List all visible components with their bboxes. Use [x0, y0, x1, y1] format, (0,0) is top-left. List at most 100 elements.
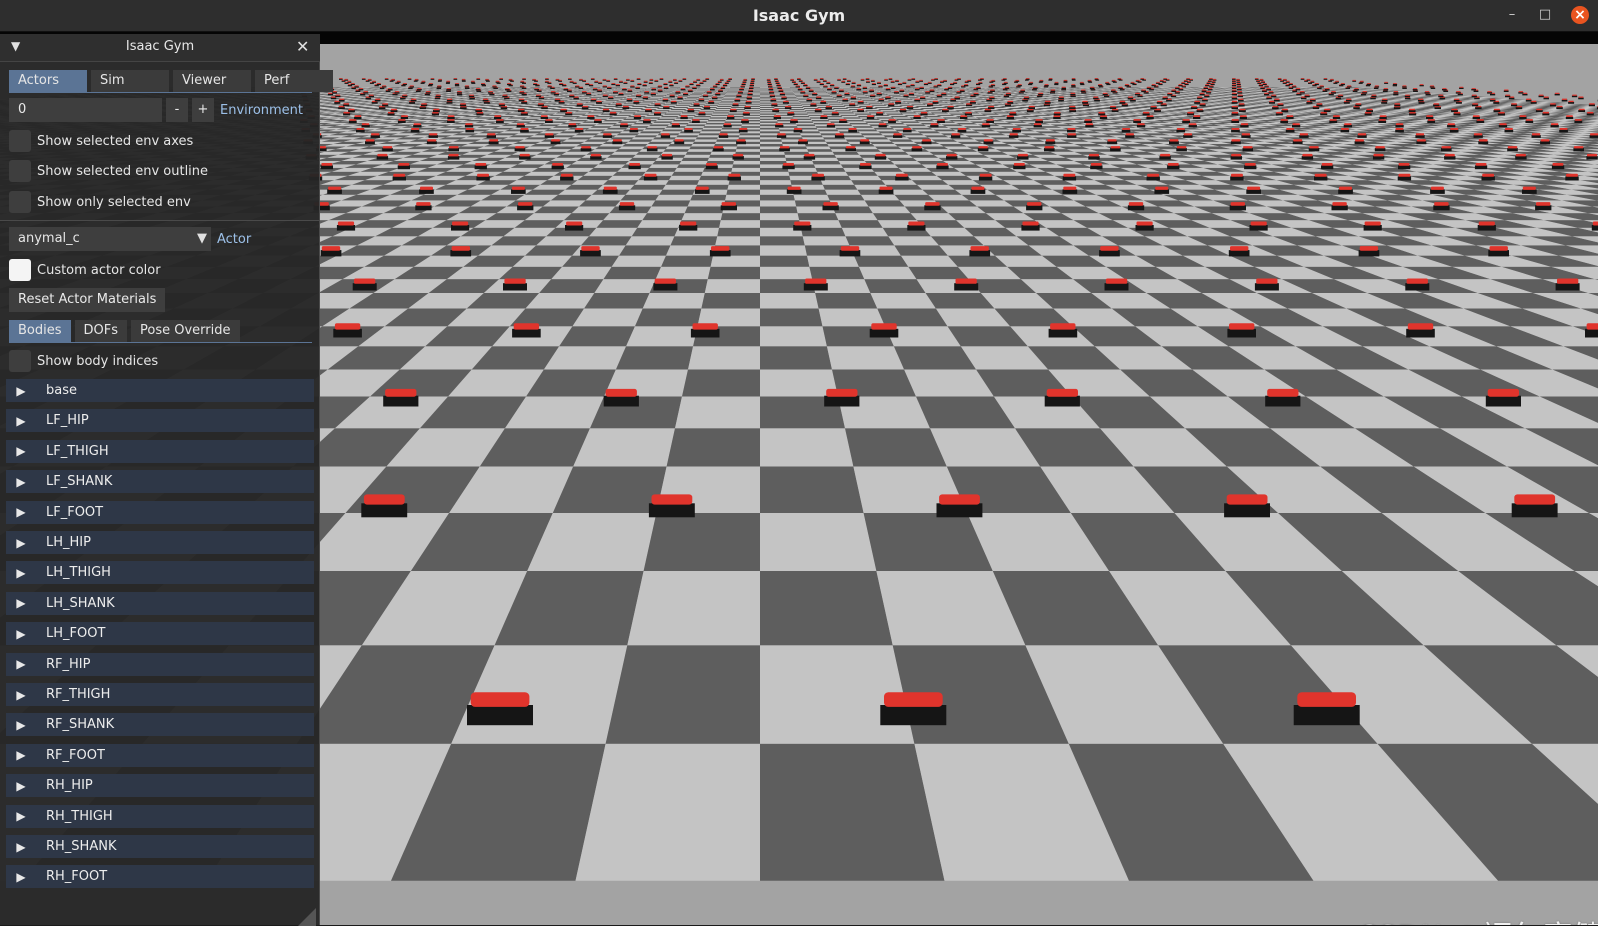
- expand-arrow-icon[interactable]: ▶: [6, 566, 36, 580]
- reset-actor-materials-button[interactable]: Reset Actor Materials: [9, 288, 165, 312]
- env-option-row[interactable]: Show selected env axes: [9, 129, 193, 153]
- robot-actor: [1250, 222, 1268, 231]
- robot-actor: [551, 139, 561, 144]
- chevron-down-icon[interactable]: ▼: [197, 227, 207, 251]
- expand-arrow-icon[interactable]: ▶: [6, 779, 36, 793]
- tree-item-lh-shank[interactable]: ▶LH_SHANK: [6, 592, 314, 615]
- tab-dofs[interactable]: DOFs: [75, 320, 128, 342]
- robot-actor: [1232, 101, 1238, 104]
- panel-header[interactable]: ▼ Isaac Gym ✕: [0, 34, 320, 62]
- robot-actor: [867, 115, 874, 119]
- tree-item-rf-shank[interactable]: ▶RF_SHANK: [6, 713, 314, 736]
- tree-item-lf-hip[interactable]: ▶LF_HIP: [6, 409, 314, 432]
- robot-actor: [417, 88, 422, 90]
- expand-arrow-icon[interactable]: ▶: [6, 505, 36, 519]
- tree-item-rh-hip[interactable]: ▶RH_HIP: [6, 774, 314, 797]
- minimize-icon[interactable]: –: [1503, 6, 1521, 24]
- expand-arrow-icon[interactable]: ▶: [6, 414, 36, 428]
- env-option-row[interactable]: Show only selected env: [9, 190, 191, 214]
- custom-actor-color-swatch[interactable]: [9, 259, 31, 281]
- expand-arrow-icon[interactable]: ▶: [6, 444, 36, 458]
- tab-perf[interactable]: Perf: [255, 70, 333, 92]
- env-option-row[interactable]: Show selected env outline: [9, 159, 208, 183]
- robot-actor: [1505, 128, 1514, 132]
- robot-actor: [623, 82, 627, 84]
- robot-actor: [1286, 128, 1295, 132]
- show-only-env-checkbox[interactable]: [9, 191, 31, 213]
- show-only-env-label: Show only selected env: [37, 195, 191, 210]
- expand-arrow-icon[interactable]: ▶: [6, 475, 36, 489]
- tree-item-lh-hip[interactable]: ▶LH_HIP: [6, 531, 314, 554]
- expand-arrow-icon[interactable]: ▶: [6, 748, 36, 762]
- expand-arrow-icon[interactable]: ▶: [6, 718, 36, 732]
- expand-arrow-icon[interactable]: ▶: [6, 809, 36, 823]
- robot-actor: [1072, 78, 1076, 80]
- robot-actor: [704, 106, 711, 109]
- robot-actor: [1482, 174, 1495, 181]
- environment-decrement-button[interactable]: -: [166, 98, 188, 122]
- body-indices-row[interactable]: Show body indices: [9, 349, 158, 373]
- tab-bodies[interactable]: Bodies: [9, 320, 71, 342]
- robot-actor: [670, 95, 675, 98]
- show-env-outline-label: Show selected env outline: [37, 164, 208, 179]
- maximize-icon[interactable]: □: [1536, 6, 1554, 24]
- expand-arrow-icon[interactable]: ▶: [6, 688, 36, 702]
- tree-item-lh-foot[interactable]: ▶LH_FOOT: [6, 622, 314, 645]
- show-body-indices-checkbox[interactable]: [9, 350, 31, 372]
- robot-actor: [777, 133, 786, 138]
- robot-actor: [1231, 128, 1240, 132]
- tab-sim[interactable]: Sim: [91, 70, 169, 92]
- tree-item-rf-foot[interactable]: ▶RF_FOOT: [6, 744, 314, 767]
- tree-item-lf-foot[interactable]: ▶LF_FOOT: [6, 501, 314, 524]
- tree-item-rf-hip[interactable]: ▶RF_HIP: [6, 653, 314, 676]
- tree-item-lf-shank[interactable]: ▶LF_SHANK: [6, 470, 314, 493]
- tree-item-rh-thigh[interactable]: ▶RH_THIGH: [6, 805, 314, 828]
- panel-close-icon[interactable]: ✕: [296, 37, 309, 56]
- robot-actor: [451, 222, 469, 231]
- robot-actor: [1587, 112, 1594, 115]
- tree-item-rh-shank[interactable]: ▶RH_SHANK: [6, 835, 314, 858]
- show-env-axes-label: Show selected env axes: [37, 134, 193, 149]
- environment-input[interactable]: 0: [9, 98, 162, 122]
- robot-actor: [1169, 139, 1179, 144]
- tab-actors[interactable]: Actors: [9, 70, 87, 92]
- resize-grip[interactable]: [298, 908, 316, 926]
- expand-arrow-icon[interactable]: ▶: [6, 840, 36, 854]
- tree-item-lh-thigh[interactable]: ▶LH_THIGH: [6, 561, 314, 584]
- actor-select[interactable]: anymal_c ▼: [9, 227, 211, 251]
- robot-actor: [1049, 323, 1078, 337]
- robot-actor: [379, 106, 386, 109]
- robot-actor: [637, 78, 641, 80]
- robot-actor: [591, 78, 595, 80]
- expand-arrow-icon[interactable]: ▶: [6, 596, 36, 610]
- show-env-outline-checkbox[interactable]: [9, 160, 31, 182]
- environment-increment-button[interactable]: +: [192, 98, 214, 122]
- robot-actor: [1112, 80, 1116, 82]
- expand-arrow-icon[interactable]: ▶: [6, 627, 36, 641]
- tab-pose-override[interactable]: Pose Override: [131, 320, 239, 342]
- window-close-button[interactable]: ×: [1571, 6, 1589, 24]
- tab-viewer[interactable]: Viewer: [173, 70, 251, 92]
- tree-item-lf-thigh[interactable]: ▶LF_THIGH: [6, 440, 314, 463]
- robot-actor: [650, 79, 654, 81]
- robot-actor: [460, 106, 467, 109]
- robot-actor: [1205, 84, 1209, 86]
- robot-actor: [552, 163, 564, 169]
- robot-actor: [920, 97, 926, 100]
- robot-actor: [437, 85, 441, 87]
- expand-arrow-icon[interactable]: ▶: [6, 657, 36, 671]
- show-env-axes-checkbox[interactable]: [9, 130, 31, 152]
- tree-item-rh-foot[interactable]: ▶RH_FOOT: [6, 865, 314, 888]
- robot-actor: [643, 84, 647, 86]
- robot-actor: [1418, 99, 1424, 102]
- robot-actor: [677, 97, 683, 100]
- tree-item-base[interactable]: ▶base: [6, 379, 314, 402]
- robot-actor: [1294, 692, 1360, 725]
- custom-color-row[interactable]: Custom actor color: [9, 258, 161, 282]
- robot-actor: [1262, 90, 1267, 93]
- expand-arrow-icon[interactable]: ▶: [6, 870, 36, 884]
- robot-actor: [1585, 323, 1598, 337]
- expand-arrow-icon[interactable]: ▶: [6, 384, 36, 398]
- tree-item-rf-thigh[interactable]: ▶RF_THIGH: [6, 683, 314, 706]
- expand-arrow-icon[interactable]: ▶: [6, 536, 36, 550]
